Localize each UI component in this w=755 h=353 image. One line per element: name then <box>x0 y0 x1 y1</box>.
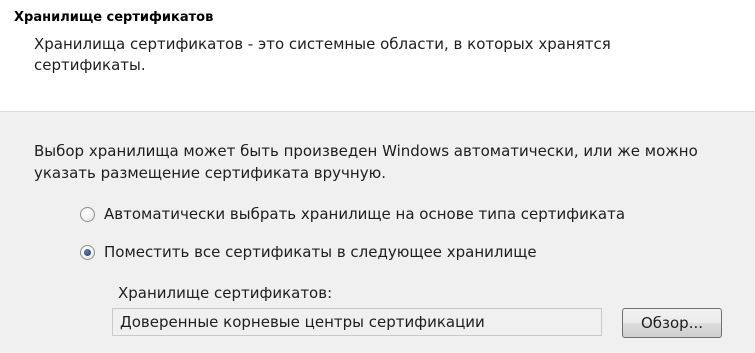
radio-place-in-store-label[interactable]: Поместить все сертификаты в следующее хр… <box>104 243 537 261</box>
intro-text: Выбор хранилища может быть произведен Wi… <box>34 142 698 182</box>
radio-auto-select-label[interactable]: Автоматически выбрать хранилище на основ… <box>104 205 625 223</box>
radio-selected-icon[interactable] <box>80 244 95 260</box>
page-title: Хранилище сертификатов <box>14 10 214 25</box>
browse-button[interactable]: Обзор... <box>622 308 722 338</box>
radio-place-in-store[interactable]: Поместить все сертификаты в следующее хр… <box>80 241 537 263</box>
radio-unselected-icon[interactable] <box>80 206 95 222</box>
wizard-content: Выбор хранилища может быть произведен Wi… <box>0 112 755 353</box>
radio-auto-select-store[interactable]: Автоматически выбрать хранилище на основ… <box>80 203 625 225</box>
page-description: Хранилища сертификатов - это системные о… <box>34 35 611 74</box>
radio-dot <box>84 248 91 256</box>
wizard-header: Хранилище сертификатов Хранилища сертифи… <box>0 0 755 112</box>
certificate-store-field[interactable]: Доверенные корневые центры сертификации <box>112 308 602 336</box>
certificate-store-label: Хранилище сертификатов: <box>118 284 333 302</box>
